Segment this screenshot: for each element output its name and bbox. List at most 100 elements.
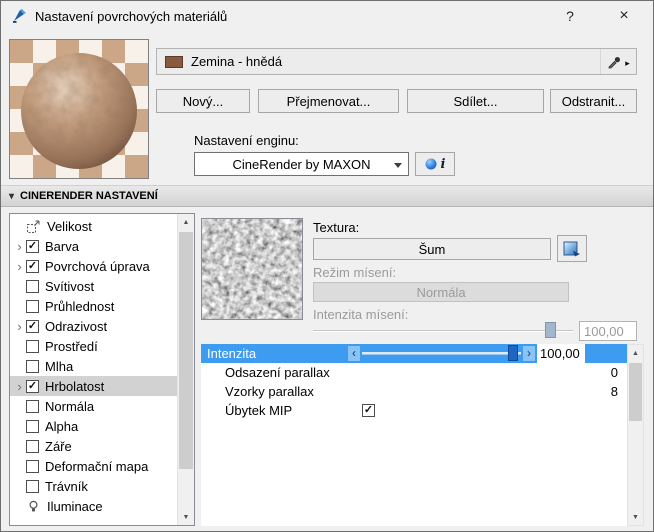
engine-sphere-icon <box>425 158 437 170</box>
eyedropper-icon <box>608 57 621 69</box>
scroll-thumb[interactable] <box>179 232 193 470</box>
scroll-down-icon[interactable] <box>178 509 194 525</box>
channel-label: Alpha <box>45 418 79 434</box>
channel-row-normala[interactable]: Normála <box>10 396 177 416</box>
channel-row-travnik[interactable]: Trávník <box>10 476 177 496</box>
close-button[interactable]: × <box>603 1 645 31</box>
intensity-value[interactable]: 100,00 <box>537 344 585 363</box>
window-title: Nastavení povrchových materiálů <box>35 9 228 24</box>
intensity-slider-thumb[interactable] <box>508 345 518 361</box>
channel-row-alpha[interactable]: Alpha <box>10 416 177 436</box>
channel-row-svitivost[interactable]: Svítivost <box>10 276 177 296</box>
channel-label: Iluminace <box>47 498 103 514</box>
blend-intensity-slider <box>313 321 573 340</box>
channel-checkbox[interactable] <box>26 339 39 353</box>
property-row-ubytek-mip[interactable]: Úbytek MIP <box>201 401 627 420</box>
channel-checkbox[interactable] <box>26 399 39 413</box>
channel-label: Odrazivost <box>45 318 108 334</box>
menu-arrow-icon <box>625 54 630 69</box>
property-row-vzorky-parallax[interactable]: Vzorky parallax 8 <box>201 382 627 401</box>
section-title: CINERENDER NASTAVENÍ <box>20 190 158 202</box>
spinner-right-icon[interactable] <box>523 346 535 361</box>
channel-checkbox[interactable] <box>26 319 39 333</box>
property-value[interactable]: 8 <box>611 384 618 399</box>
properties-table: Intenzita 100,00 Odsazení parallax 0 Vzo… <box>201 344 627 526</box>
lamp-icon <box>26 499 41 514</box>
spinner-left-icon[interactable] <box>348 346 360 361</box>
channel-checkbox[interactable] <box>26 359 39 373</box>
rename-button[interactable]: Přejmenovat... <box>258 89 399 113</box>
material-name: Zemina - hnědá <box>191 54 283 69</box>
channel-row-odrazivost[interactable]: Odrazivost <box>10 316 177 336</box>
mip-checkbox[interactable] <box>362 404 375 417</box>
texture-preview[interactable] <box>201 218 303 320</box>
channel-checkbox[interactable] <box>26 259 39 273</box>
channel-checkbox[interactable] <box>26 379 39 393</box>
channel-checkbox[interactable] <box>26 439 39 453</box>
texture-channel-button[interactable] <box>557 235 587 262</box>
channel-label: Mlha <box>45 358 74 374</box>
channel-checkbox[interactable] <box>26 459 39 473</box>
texture-channel-icon <box>563 241 580 256</box>
channel-row-zare[interactable]: Záře <box>10 436 177 456</box>
texture-type-button[interactable]: Šum <box>313 238 551 260</box>
help-button[interactable]: ? <box>549 1 591 31</box>
engine-label: Nastavení enginu: <box>194 133 299 148</box>
material-name-dropdown[interactable]: Zemina - hnědá <box>156 48 637 75</box>
scroll-thumb[interactable] <box>629 363 642 421</box>
new-button[interactable]: Nový... <box>156 89 250 113</box>
channel-row-pruhlednost[interactable]: Průhlednost <box>10 296 177 316</box>
resize-icon <box>26 219 41 234</box>
channel-label: Barva <box>45 238 79 254</box>
engine-select[interactable]: CineRender by MAXON <box>194 152 409 176</box>
delete-button[interactable]: Odstranit... <box>550 89 637 113</box>
share-button[interactable]: Sdílet... <box>407 89 544 113</box>
channel-rows: Velikost Barva Povrchová úprava Svítivos… <box>10 214 177 525</box>
engine-info-button[interactable]: i <box>415 152 455 176</box>
engine-value: CineRender by MAXON <box>232 156 371 172</box>
channel-row-prostredi[interactable]: Prostředí <box>10 336 177 356</box>
channel-checkbox[interactable] <box>26 279 39 293</box>
channel-row-iluminace[interactable]: Iluminace <box>10 496 177 516</box>
scroll-down-icon[interactable] <box>628 509 643 525</box>
scroll-up-icon[interactable] <box>628 345 643 361</box>
blend-mode-label: Režim mísení: <box>313 265 397 280</box>
channel-label: Normála <box>45 398 95 414</box>
channel-row-deformacni-mapa[interactable]: Deformační mapa <box>10 456 177 476</box>
scroll-track[interactable] <box>628 361 643 509</box>
intensity-slider[interactable] <box>362 345 521 361</box>
eyedropper-button[interactable] <box>600 49 636 74</box>
channel-row-hrbolatost[interactable]: Hrbolatost <box>10 376 177 396</box>
material-preview <box>9 39 149 179</box>
channel-label: Průhlednost <box>45 298 115 314</box>
property-label: Odsazení parallax <box>225 365 330 380</box>
channel-checkbox[interactable] <box>26 419 39 433</box>
titlebar: Nastavení povrchových materiálů ? × <box>1 1 653 31</box>
channel-label: Velikost <box>47 218 92 234</box>
expander-icon[interactable] <box>13 379 26 394</box>
property-label: Úbytek MIP <box>225 403 293 418</box>
property-row-odsazeni-parallax[interactable]: Odsazení parallax 0 <box>201 363 627 382</box>
scroll-up-icon[interactable] <box>178 214 194 230</box>
scroll-track[interactable] <box>178 230 194 509</box>
channel-list: Velikost Barva Povrchová úprava Svítivos… <box>9 213 195 526</box>
info-label: i <box>440 156 446 172</box>
expander-icon[interactable] <box>13 259 26 274</box>
blend-intensity-label: Intenzita mísení: <box>313 307 409 322</box>
property-row-intenzita[interactable]: Intenzita 100,00 <box>201 344 627 363</box>
channel-label: Trávník <box>45 478 88 494</box>
collapse-triangle-icon <box>9 190 14 202</box>
property-value[interactable]: 0 <box>611 365 618 380</box>
properties-scrollbar[interactable] <box>627 344 644 526</box>
channel-list-scrollbar[interactable] <box>177 214 194 525</box>
channel-row-povrchova-uprava[interactable]: Povrchová úprava <box>10 256 177 276</box>
channel-checkbox[interactable] <box>26 479 39 493</box>
channel-checkbox[interactable] <box>26 239 39 253</box>
section-header-cinerender[interactable]: CINERENDER NASTAVENÍ <box>1 185 653 207</box>
expander-icon[interactable] <box>13 319 26 334</box>
channel-checkbox[interactable] <box>26 299 39 313</box>
expander-icon[interactable] <box>13 239 26 254</box>
channel-row-velikost[interactable]: Velikost <box>10 216 177 236</box>
channel-row-barva[interactable]: Barva <box>10 236 177 256</box>
channel-row-mlha[interactable]: Mlha <box>10 356 177 376</box>
